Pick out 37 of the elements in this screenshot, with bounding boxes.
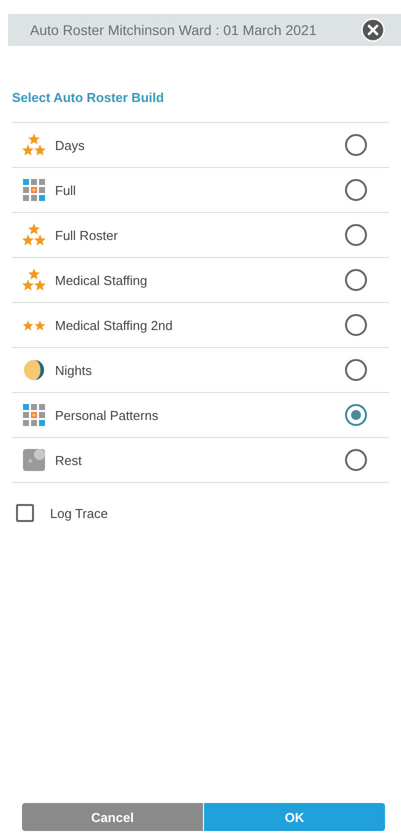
checkbox[interactable] xyxy=(16,504,34,522)
moon-icon xyxy=(22,359,44,381)
stars-icon xyxy=(22,223,46,247)
option-row[interactable]: Rest xyxy=(12,438,389,483)
option-label: Nights xyxy=(55,362,93,378)
option-label: Rest xyxy=(55,452,83,468)
option-row[interactable]: Days xyxy=(12,123,389,168)
grid-icon xyxy=(22,179,44,201)
stars-icon xyxy=(22,268,46,292)
option-label: Personal Patterns xyxy=(55,408,160,422)
option-row[interactable]: Medical Staffing 2nd xyxy=(12,303,389,348)
radio-button[interactable] xyxy=(345,359,367,381)
option-row[interactable]: Full xyxy=(12,168,389,213)
radio-button[interactable] xyxy=(345,314,367,336)
close-icon[interactable] xyxy=(361,18,385,42)
option-label: Medical Staffing xyxy=(55,272,148,288)
grid-icon xyxy=(22,404,44,426)
section-title: Select Auto Roster Build xyxy=(12,90,165,105)
option-label: Full xyxy=(55,182,77,198)
option-row[interactable]: Medical Staffing xyxy=(12,258,389,303)
option-row[interactable]: Full Roster xyxy=(12,213,389,258)
option-row[interactable]: Nights xyxy=(12,348,389,393)
checkbox-label: Log Trace xyxy=(50,506,108,520)
radio-button[interactable] xyxy=(345,269,367,291)
radio-button[interactable] xyxy=(345,449,367,471)
option-label: Medical Staffing 2nd xyxy=(55,318,174,332)
option-label: Days xyxy=(55,138,86,152)
radio-button[interactable] xyxy=(345,224,367,246)
radio-button[interactable] xyxy=(345,404,367,426)
radio-button[interactable] xyxy=(345,179,367,201)
radio-button[interactable] xyxy=(345,134,367,156)
stars-icon xyxy=(22,133,46,157)
stars-icon xyxy=(22,320,46,330)
option-row[interactable]: Personal Patterns xyxy=(12,393,389,438)
dialog-title: Auto Roster Mitchinson Ward : 01 March 2021 xyxy=(30,22,317,38)
rest-icon xyxy=(22,449,44,471)
option-label: Full Roster xyxy=(55,228,119,242)
